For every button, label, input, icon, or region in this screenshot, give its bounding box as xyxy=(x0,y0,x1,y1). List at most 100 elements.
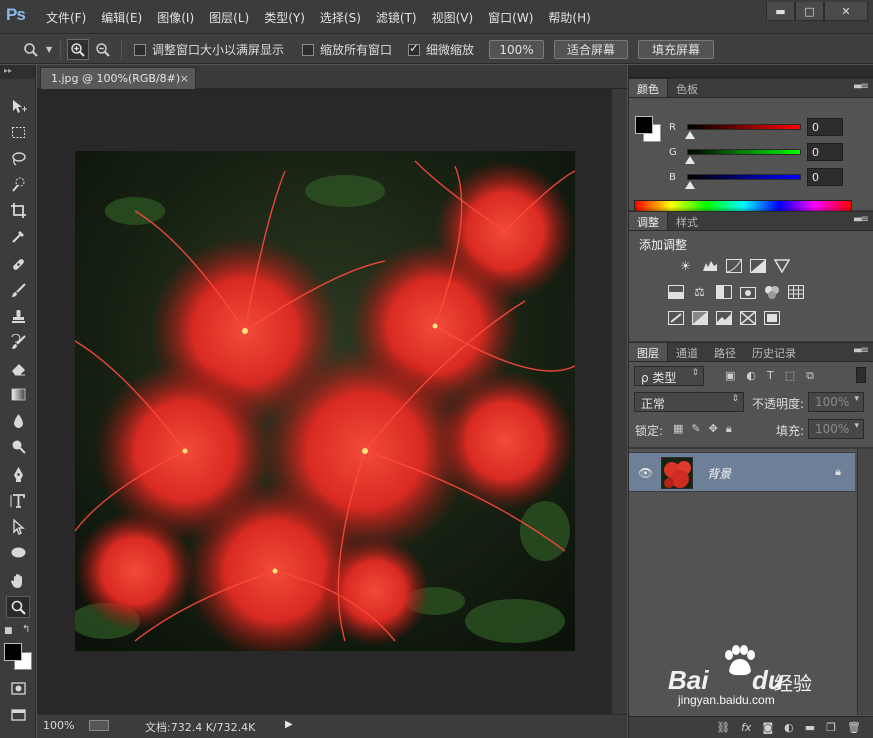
green-knob[interactable] xyxy=(685,156,695,164)
tab-swatches[interactable]: 色板 xyxy=(668,79,706,97)
curves-icon[interactable] xyxy=(725,258,742,273)
gradient-tool-icon[interactable] xyxy=(6,383,30,405)
levels-icon[interactable] xyxy=(701,258,718,273)
fit-screen-button[interactable]: 适合屏幕 xyxy=(554,40,628,59)
opacity-field[interactable]: 100% ▾ xyxy=(808,392,864,412)
ellipse-tool-icon[interactable] xyxy=(6,541,30,563)
lock-pixels-icon[interactable]: ✎ xyxy=(691,422,700,436)
zoom-in-icon[interactable] xyxy=(67,39,89,60)
green-track[interactable] xyxy=(687,149,801,155)
adjustments-panel-menu-icon[interactable]: ▬≡ xyxy=(853,214,869,225)
brightness-contrast-icon[interactable]: ☀ xyxy=(677,258,694,273)
posterize-icon[interactable] xyxy=(691,310,708,325)
tool-preset-dropdown-icon[interactable]: ▼ xyxy=(46,45,52,54)
minimize-button[interactable]: ▬ xyxy=(766,2,795,21)
canvas-area[interactable] xyxy=(37,89,611,714)
tab-channels[interactable]: 通道 xyxy=(668,343,706,361)
blue-track[interactable] xyxy=(687,174,801,180)
history-brush-tool-icon[interactable] xyxy=(6,331,30,353)
menu-help[interactable]: 帮助(H) xyxy=(548,9,590,26)
healing-brush-tool-icon[interactable] xyxy=(6,253,30,275)
zoom-tool-icon[interactable] xyxy=(6,596,30,618)
tab-layers[interactable]: 图层 xyxy=(629,343,668,361)
brush-tool-icon[interactable] xyxy=(6,279,30,301)
document-tab[interactable]: 1.jpg @ 100%(RGB/8#) × xyxy=(40,67,196,89)
close-button[interactable]: ✕ xyxy=(824,2,868,21)
pen-tool-icon[interactable] xyxy=(6,463,30,485)
layer-filter-dropdown[interactable]: ρ 类型 ⇕ xyxy=(634,366,704,386)
blue-value[interactable]: 0 xyxy=(807,168,843,186)
tab-history[interactable]: 历史记录 xyxy=(744,343,804,361)
vibrance-icon[interactable] xyxy=(773,258,790,273)
layer-mask-icon[interactable]: ◙ xyxy=(762,721,773,734)
move-tool-icon[interactable] xyxy=(6,95,30,117)
new-group-icon[interactable]: ▬ xyxy=(805,721,815,734)
status-menu-arrow-icon[interactable]: ▶ xyxy=(285,719,293,730)
red-slider[interactable]: R 0 xyxy=(669,118,873,142)
channel-mixer-icon[interactable] xyxy=(763,284,780,299)
foreground-color-swatch[interactable] xyxy=(4,643,22,661)
clone-stamp-tool-icon[interactable] xyxy=(6,305,30,327)
eraser-tool-icon[interactable] xyxy=(6,357,30,379)
layers-panel-menu-icon[interactable]: ▬≡ xyxy=(853,345,869,356)
link-layers-icon[interactable]: ⛓ xyxy=(716,721,730,734)
type-tool-icon[interactable] xyxy=(6,489,30,511)
layer-style-icon[interactable]: fx xyxy=(741,721,751,734)
color-lookup-icon[interactable] xyxy=(787,284,804,299)
navigator-icon[interactable] xyxy=(89,720,109,731)
menu-window[interactable]: 窗口(W) xyxy=(488,9,533,26)
red-track[interactable] xyxy=(687,124,801,130)
eyedropper-tool-icon[interactable] xyxy=(6,225,30,247)
filter-pixel-icon[interactable]: ▣ xyxy=(725,369,735,383)
color-balance-icon[interactable]: ⚖ xyxy=(691,284,708,299)
quick-selection-tool-icon[interactable] xyxy=(6,173,30,195)
zoom-all-option[interactable]: 缩放所有窗口 xyxy=(302,41,392,58)
invert-icon[interactable] xyxy=(667,310,684,325)
eye-icon[interactable]: 👁︎ xyxy=(638,466,653,480)
menu-type[interactable]: 类型(Y) xyxy=(264,9,305,26)
lock-transparent-icon[interactable]: ▦ xyxy=(673,422,683,436)
crop-tool-icon[interactable] xyxy=(6,199,30,221)
default-colors-icon[interactable]: ■ xyxy=(4,626,13,636)
foreground-color-chip[interactable] xyxy=(635,116,653,134)
red-value[interactable]: 0 xyxy=(807,118,843,136)
layers-vertical-scrollbar[interactable] xyxy=(857,449,873,715)
dodge-tool-icon[interactable] xyxy=(6,435,30,457)
lasso-tool-icon[interactable] xyxy=(6,147,30,169)
zoom-level[interactable]: 100% xyxy=(43,719,74,732)
color-panel-menu-icon[interactable]: ▬≡ xyxy=(853,81,869,92)
black-white-icon[interactable] xyxy=(715,284,732,299)
swap-colors-icon[interactable]: ↰ xyxy=(22,624,30,635)
screen-mode-icon[interactable] xyxy=(6,703,30,725)
filter-smart-object-icon[interactable]: ⧉ xyxy=(806,369,814,383)
lock-all-icon[interactable]: 🔒︎ xyxy=(726,422,732,436)
tab-color[interactable]: 颜色 xyxy=(629,79,668,97)
quick-mask-icon[interactable] xyxy=(6,677,30,699)
red-knob[interactable] xyxy=(685,131,695,139)
new-adjustment-layer-icon[interactable]: ◐ xyxy=(784,721,794,734)
green-value[interactable]: 0 xyxy=(807,143,843,161)
resize-windows-checkbox[interactable] xyxy=(134,43,146,56)
scrubby-zoom-checkbox[interactable] xyxy=(408,41,420,56)
menu-select[interactable]: 选择(S) xyxy=(320,9,361,26)
menu-file[interactable]: 文件(F) xyxy=(46,9,86,26)
blue-knob[interactable] xyxy=(685,181,695,189)
restore-button[interactable]: □ xyxy=(795,2,824,21)
layer-name[interactable]: 背景 xyxy=(707,465,731,482)
tab-paths[interactable]: 路径 xyxy=(706,343,744,361)
toolbox-collapse-icon[interactable]: ▸▸ xyxy=(0,65,35,79)
selective-color-icon[interactable] xyxy=(763,310,780,325)
close-tab-icon[interactable]: × xyxy=(180,72,189,85)
green-slider[interactable]: G 0 xyxy=(669,143,873,167)
exposure-icon[interactable] xyxy=(749,258,766,273)
lock-position-icon[interactable]: ✥ xyxy=(709,422,718,436)
zoom-all-checkbox[interactable] xyxy=(302,43,314,56)
blue-slider[interactable]: B 0 xyxy=(669,168,873,192)
hand-tool-icon[interactable] xyxy=(6,569,30,591)
filter-type-icon[interactable]: T xyxy=(767,369,774,383)
photo-filter-icon[interactable] xyxy=(739,284,756,299)
actual-pixels-button[interactable]: 100% xyxy=(489,40,544,59)
blend-mode-dropdown[interactable]: 正常 ⇕ xyxy=(634,392,744,412)
path-selection-tool-icon[interactable] xyxy=(6,515,30,537)
menu-filter[interactable]: 滤镜(T) xyxy=(376,9,417,26)
